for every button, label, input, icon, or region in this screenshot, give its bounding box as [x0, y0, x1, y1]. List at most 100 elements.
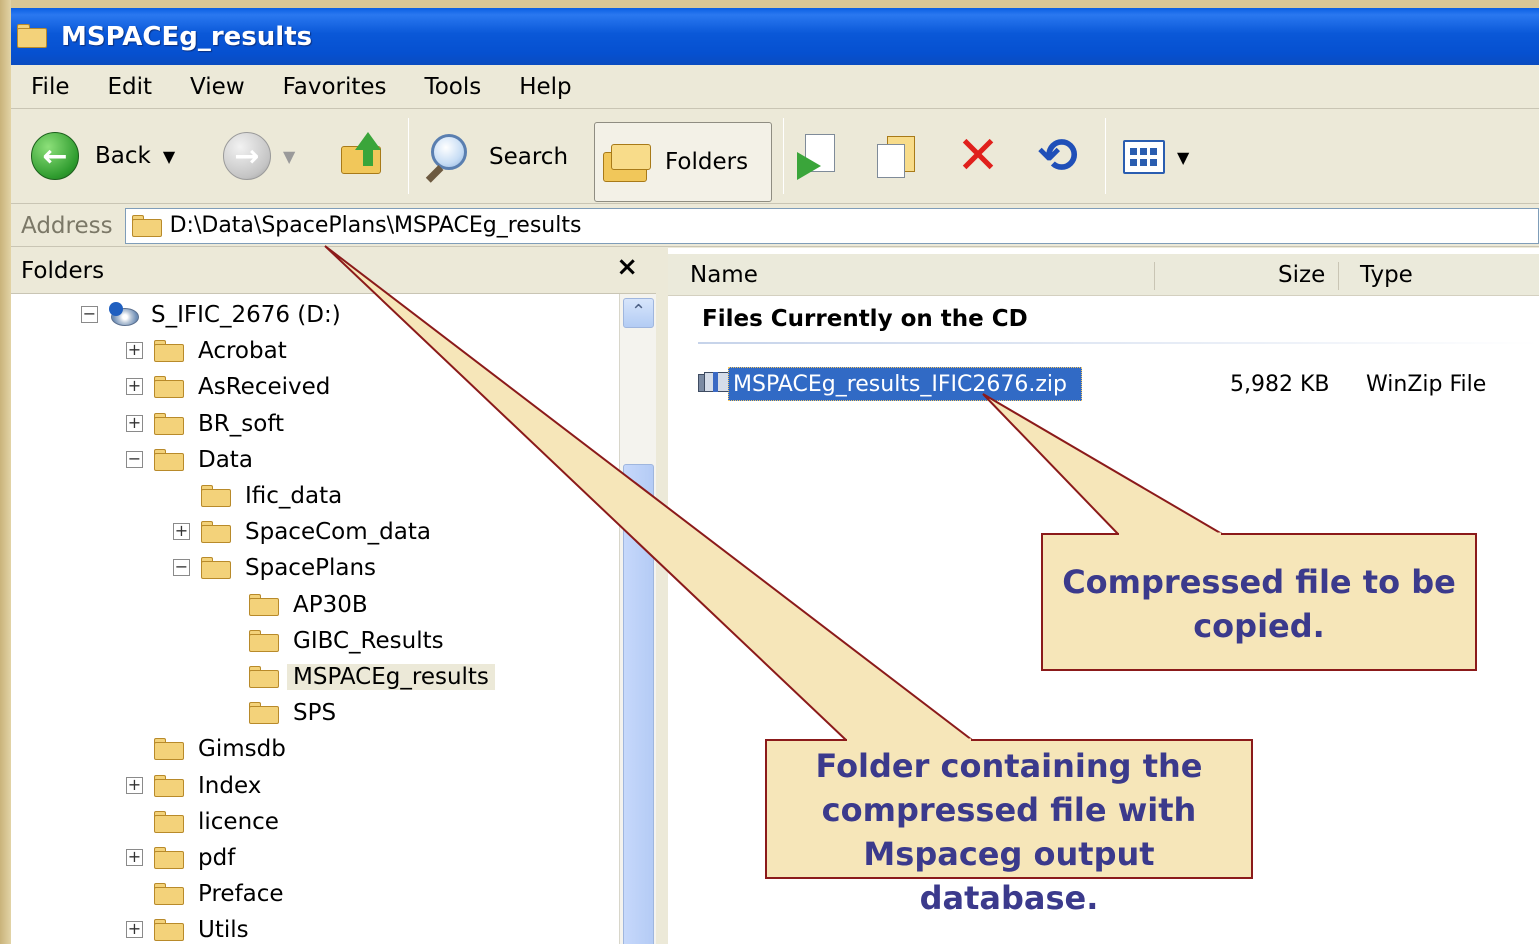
scrollbar-thumb[interactable] — [623, 464, 654, 944]
undo-icon[interactable]: ⟲ — [1033, 132, 1083, 180]
tree-expander[interactable]: − — [173, 559, 190, 577]
folder-up-icon — [339, 132, 387, 178]
file-type: WinZip File — [1366, 371, 1487, 397]
back-label: Back — [95, 143, 151, 169]
chevron-down-icon[interactable]: ▼ — [283, 147, 295, 166]
tree-expander[interactable]: + — [126, 921, 143, 939]
folder-icon — [154, 738, 186, 761]
tree-item-label: Preface — [198, 881, 284, 908]
callout-compressed-text: Compressed file to be copied. — [1062, 563, 1456, 645]
tree-expander[interactable]: + — [126, 342, 143, 360]
tree-item[interactable]: Preface — [154, 877, 290, 911]
address-input[interactable]: D:\Data\SpacePlans\MSPACEg_results — [124, 207, 1539, 244]
search-icon — [423, 134, 469, 183]
tree-expander[interactable]: + — [126, 414, 143, 432]
tree-item[interactable]: AsReceived — [154, 370, 336, 404]
column-name[interactable]: Name — [690, 254, 758, 296]
column-divider[interactable] — [1154, 262, 1155, 290]
menu-favorites[interactable]: Favorites — [264, 74, 406, 100]
chevron-down-icon[interactable]: ▼ — [1177, 148, 1189, 167]
pane-splitter[interactable] — [656, 248, 668, 944]
group-title: Files Currently on the CD — [702, 306, 1028, 332]
tree-item[interactable]: BR_soft — [154, 407, 290, 441]
tree-item[interactable]: SPS — [249, 696, 342, 730]
menu-view[interactable]: View — [171, 74, 264, 100]
back-arrow-icon: ← — [31, 132, 79, 180]
tree-expander[interactable]: + — [126, 776, 143, 794]
tree-item[interactable]: Acrobat — [154, 334, 293, 368]
tree-item[interactable]: SpacePlans — [201, 551, 382, 585]
tree-expander[interactable]: − — [81, 306, 98, 323]
tree-item-label: S_IFIC_2676 (D:) — [151, 302, 341, 328]
tree-item[interactable]: licence — [154, 805, 285, 839]
close-icon[interactable]: × — [616, 252, 638, 282]
tree-item[interactable]: pdf — [154, 841, 241, 875]
folder-icon — [249, 593, 281, 616]
folders-label: Folders — [665, 149, 749, 175]
tree-item[interactable]: SpaceCom_data — [201, 515, 437, 549]
folder-icon — [201, 485, 233, 507]
file-name[interactable]: MSPACEg_results_IFIC2676.zip — [728, 367, 1082, 401]
folders-button[interactable]: Folders — [594, 122, 772, 202]
tree-item-label: MSPACEg_results — [287, 664, 495, 690]
folder-icon — [249, 629, 281, 652]
folder-icon — [154, 412, 186, 435]
tree-item[interactable]: MSPACEg_results — [249, 660, 495, 694]
views-icon[interactable] — [1123, 140, 1165, 174]
menu-help[interactable]: Help — [500, 74, 590, 100]
tree-item[interactable]: AP30B — [249, 588, 374, 622]
tree-item-label: GIBC_Results — [293, 627, 444, 654]
delete-icon[interactable]: ✕ — [953, 130, 1003, 182]
menu-tools[interactable]: Tools — [406, 74, 501, 100]
tree-item[interactable]: Utils — [154, 913, 255, 944]
tree-item-label: pdf — [198, 845, 236, 871]
folder-icon — [154, 919, 186, 942]
tree-expander[interactable]: − — [126, 450, 143, 468]
tree-expander[interactable]: + — [126, 849, 143, 866]
menu-file[interactable]: File — [11, 74, 89, 100]
copy-to-button[interactable] — [873, 132, 923, 180]
tree-item[interactable]: Gimsdb — [154, 732, 292, 766]
group-divider — [698, 342, 1539, 344]
column-divider[interactable] — [1338, 262, 1339, 290]
tree-item[interactable]: S_IFIC_2676 (D:) — [109, 298, 347, 332]
folders-icon — [603, 140, 655, 184]
file-row[interactable]: MSPACEg_results_IFIC2676.zip 5,982 KB Wi… — [686, 366, 1539, 406]
slide-background — [0, 0, 11, 944]
folder-icon — [17, 23, 49, 50]
menu-bar: File Edit View Favorites Tools Help — [11, 65, 1539, 109]
folder-icon — [154, 883, 186, 906]
folders-scrollbar[interactable]: ⌃ — [619, 294, 656, 944]
back-button[interactable]: ← Back ▼ — [31, 132, 175, 180]
tree-expander[interactable]: + — [173, 523, 190, 541]
move-to-button[interactable] — [795, 132, 845, 180]
address-label: Address — [21, 212, 113, 239]
column-size[interactable]: Size — [1278, 254, 1325, 296]
folder-icon — [154, 376, 186, 399]
zip-file-icon — [698, 370, 730, 396]
chevron-down-icon[interactable]: ▼ — [163, 147, 175, 166]
toolbar-separator — [783, 118, 784, 194]
explorer-window: MSPACEg_results File Edit View Favorites… — [11, 8, 1539, 944]
search-button[interactable]: Search — [423, 134, 568, 183]
toolbar: ← Back ▼ → ▼ Search Folders ✕ ⟲ ▼ — [11, 110, 1539, 204]
tree-expander[interactable]: + — [126, 378, 143, 396]
tree-item-label: Ific_data — [245, 483, 343, 509]
tree-item[interactable]: Data — [154, 443, 259, 477]
tree-item-label: SpaceCom_data — [245, 519, 431, 546]
tree-item-label: Gimsdb — [198, 736, 286, 763]
folder-icon — [201, 557, 233, 580]
scroll-up-icon[interactable]: ⌃ — [623, 298, 654, 328]
tree-item[interactable]: Index — [154, 769, 267, 803]
up-folder-button[interactable] — [339, 132, 387, 178]
tree-item[interactable]: Ific_data — [201, 479, 348, 513]
column-type[interactable]: Type — [1360, 254, 1413, 296]
tree-item[interactable]: GIBC_Results — [249, 624, 450, 658]
title-bar[interactable]: MSPACEg_results — [11, 8, 1539, 65]
toolbar-separator — [1105, 118, 1106, 194]
folder-icon — [201, 521, 233, 544]
folder-icon — [154, 810, 186, 833]
folders-pane-title: Folders — [21, 257, 105, 284]
forward-button[interactable]: → ▼ — [223, 132, 295, 180]
menu-edit[interactable]: Edit — [89, 74, 172, 100]
